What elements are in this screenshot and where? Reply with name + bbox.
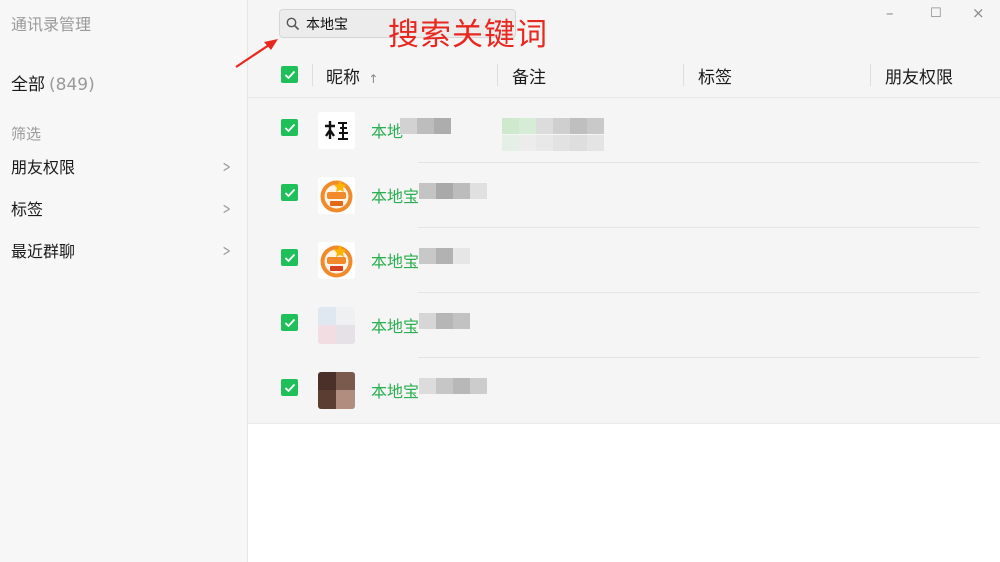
column-header-friend-permissions[interactable]: 朋友权限: [885, 63, 953, 88]
table-row[interactable]: 本地: [248, 98, 1000, 163]
row-checkbox[interactable]: [281, 379, 298, 396]
column-header-remark[interactable]: 备注: [512, 63, 546, 88]
select-all-checkbox[interactable]: [281, 66, 298, 83]
checkmark-icon: [284, 253, 295, 262]
column-divider: [870, 64, 871, 86]
orange-badge-icon: [318, 242, 355, 279]
table-row[interactable]: 本地宝: [248, 163, 1000, 228]
blurred-photo-icon: [318, 307, 355, 344]
redacted-text: [419, 313, 470, 329]
blurred-photo-icon: [318, 372, 355, 409]
contact-nickname: 本地宝: [371, 317, 420, 336]
row-checkbox[interactable]: [281, 314, 298, 331]
column-header-nickname[interactable]: 昵称 ↑: [326, 63, 378, 88]
column-divider: [497, 64, 498, 86]
table-row[interactable]: 本地宝: [248, 293, 1000, 358]
toolbar: 搜索关键词 – ☐ × 昵称 ↑ 备注 标签 朋友权限: [235, 0, 1000, 98]
avatar: [318, 307, 355, 344]
sidebar-item-tags[interactable]: 标签 >: [0, 193, 247, 223]
avatar: [318, 112, 355, 149]
sidebar-item-label: 最近群聊: [11, 242, 76, 261]
checkmark-icon: [284, 188, 295, 197]
filter-heading: 筛选: [11, 125, 42, 143]
redacted-text: [419, 183, 487, 199]
redacted-remark: [502, 118, 604, 152]
chevron-right-icon: >: [222, 198, 231, 218]
chevron-right-icon: >: [222, 156, 231, 176]
checkmark-icon: [284, 123, 295, 132]
main-panel: 搜索关键词 – ☐ × 昵称 ↑ 备注 标签 朋友权限: [235, 0, 1000, 562]
row-checkbox[interactable]: [281, 184, 298, 201]
column-header-label: 昵称: [326, 68, 360, 88]
contact-nickname: 本地宝: [371, 252, 420, 271]
column-divider: [683, 64, 684, 86]
chevron-right-icon: >: [222, 240, 231, 260]
sidebar-item-label: 标签: [11, 200, 44, 219]
avatar: [318, 242, 355, 279]
contact-nickname: 本地宝: [371, 187, 420, 206]
sidebar-item-all-label: 全部: [11, 75, 45, 95]
contact-list: 本地 本地宝 本地宝 本地宝 本地宝: [248, 98, 1000, 424]
sidebar-item-friend-permissions[interactable]: 朋友权限 >: [0, 151, 247, 181]
calligraphy-logo-icon: [318, 112, 355, 149]
column-divider: [312, 64, 313, 86]
orange-badge-icon: [318, 177, 355, 214]
contact-nickname: 本地宝: [371, 382, 420, 401]
checkmark-icon: [284, 318, 295, 327]
minimize-button[interactable]: –: [886, 4, 894, 22]
redacted-text: [400, 118, 451, 134]
sidebar-item-label: 朋友权限: [11, 158, 76, 177]
maximize-button[interactable]: ☐: [930, 6, 942, 21]
checkmark-icon: [284, 70, 295, 79]
sort-ascending-icon: ↑: [368, 72, 379, 86]
contact-count: (849): [49, 75, 95, 95]
row-checkbox[interactable]: [281, 249, 298, 266]
app-title: 通讯录管理: [11, 15, 92, 34]
redacted-text: [419, 248, 470, 264]
avatar: [318, 372, 355, 409]
contact-nickname: 本地: [371, 122, 404, 141]
checkmark-icon: [284, 383, 295, 392]
annotation-label: 搜索关键词: [388, 17, 548, 53]
avatar: [318, 177, 355, 214]
redacted-text: [419, 378, 487, 394]
sidebar-item-recent-groups[interactable]: 最近群聊 >: [0, 235, 247, 265]
sidebar-item-all[interactable]: 全部 (849): [11, 70, 95, 95]
table-row[interactable]: 本地宝: [248, 358, 1000, 423]
table-row[interactable]: 本地宝: [248, 228, 1000, 293]
row-checkbox[interactable]: [281, 119, 298, 136]
table-header: 昵称 ↑ 备注 标签 朋友权限: [248, 58, 1000, 92]
column-header-tags[interactable]: 标签: [698, 63, 732, 88]
sidebar: 通讯录管理 全部 (849) 筛选 朋友权限 > 标签 > 最近群聊 >: [0, 0, 248, 562]
close-button[interactable]: ×: [972, 4, 985, 22]
